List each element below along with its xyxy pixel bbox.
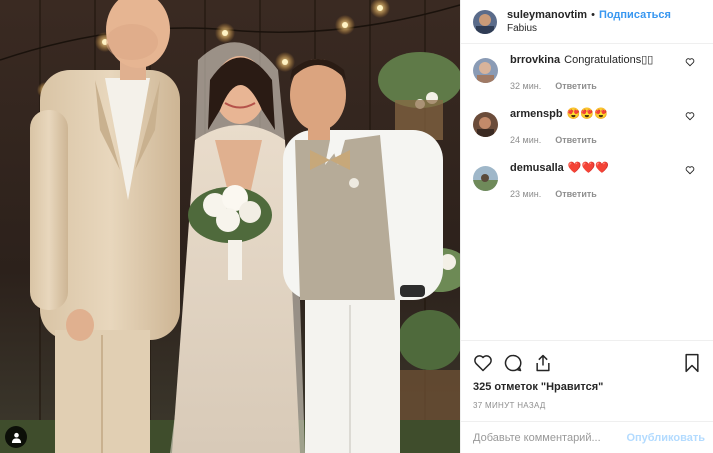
- reply-button[interactable]: Ответить: [555, 79, 597, 93]
- list-item: demusalla ❤️❤️❤️ 23 мин. Ответить: [473, 160, 701, 214]
- comment-username[interactable]: brrovkina: [510, 54, 560, 66]
- comment-text: ❤️❤️❤️: [567, 162, 609, 174]
- comment-username[interactable]: demusalla: [510, 162, 564, 174]
- avatar[interactable]: [473, 112, 498, 137]
- heart-icon[interactable]: [473, 353, 493, 373]
- post-header: suleymanovtim • Подписаться Fabius: [461, 0, 713, 44]
- action-icons: [473, 351, 701, 375]
- post-actions: 325 отметок "Нравится" 37 МИНУТ НАЗАД: [461, 340, 713, 410]
- comment-icon[interactable]: [503, 353, 523, 373]
- list-item: brrovkina Congratulations▯▯ 32 мин. Ответ…: [473, 52, 701, 106]
- publish-button[interactable]: Опубликовать: [626, 432, 705, 444]
- add-comment-bar: Опубликовать: [461, 421, 713, 453]
- post-location[interactable]: Fabius: [507, 22, 671, 36]
- instagram-post: suleymanovtim • Подписаться Fabius brrov…: [0, 0, 713, 453]
- comment-text: 😍😍😍: [566, 108, 608, 120]
- post-photo[interactable]: [0, 0, 460, 453]
- likes-count[interactable]: 325 отметок "Нравится": [473, 381, 701, 393]
- post-timestamp[interactable]: 37 МИНУТ НАЗАД: [473, 401, 701, 410]
- header-username[interactable]: suleymanovtim: [507, 8, 587, 22]
- comment-input[interactable]: [473, 431, 627, 444]
- reply-button[interactable]: Ответить: [555, 187, 597, 201]
- comment-text: Congratulations▯▯: [564, 54, 654, 66]
- comment-time[interactable]: 23 мин.: [510, 187, 541, 201]
- comments-list: brrovkina Congratulations▯▯ 32 мин. Ответ…: [461, 44, 713, 214]
- wedding-photo: [0, 0, 460, 453]
- heart-icon[interactable]: [685, 165, 695, 175]
- list-item: armenspb 😍😍😍 24 мин. Ответить: [473, 106, 701, 160]
- bookmark-icon[interactable]: [683, 353, 701, 373]
- avatar[interactable]: [473, 166, 498, 191]
- reply-button[interactable]: Ответить: [555, 133, 597, 147]
- post-side-panel: suleymanovtim • Подписаться Fabius brrov…: [460, 0, 713, 453]
- heart-icon[interactable]: [685, 111, 695, 121]
- avatar[interactable]: [473, 58, 498, 83]
- comment-time[interactable]: 24 мин.: [510, 133, 541, 147]
- comment-username[interactable]: armenspb: [510, 108, 563, 120]
- heart-icon[interactable]: [685, 57, 695, 67]
- share-icon[interactable]: [533, 353, 553, 373]
- separator-dot: •: [591, 8, 595, 21]
- comment-time[interactable]: 32 мин.: [510, 79, 541, 93]
- follow-button[interactable]: Подписаться: [599, 8, 671, 22]
- header-text: suleymanovtim • Подписаться Fabius: [507, 8, 671, 36]
- user-tag-icon[interactable]: [5, 426, 27, 448]
- avatar[interactable]: [473, 9, 497, 34]
